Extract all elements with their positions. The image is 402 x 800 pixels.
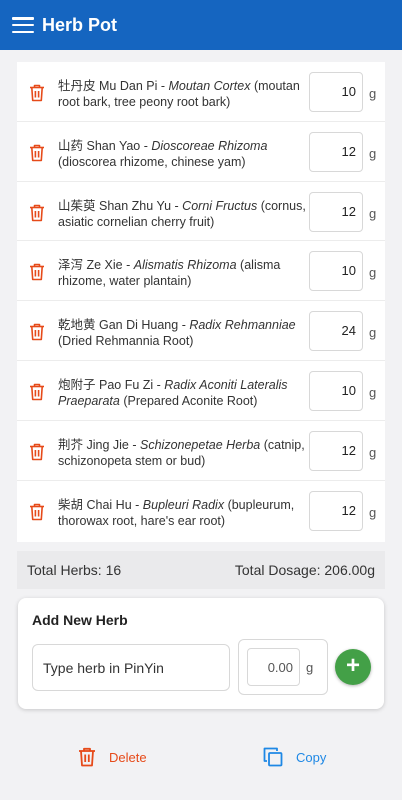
dose-unit: g (306, 660, 314, 675)
herb-unit: g (369, 86, 377, 101)
trash-icon[interactable] (29, 503, 45, 521)
herb-quantity-input[interactable]: 10 (309, 370, 363, 411)
herb-quantity-input[interactable]: 10 (309, 72, 363, 112)
herb-description: 泽泻 Ze Xie - Alismatis Rhizoma (alisma rh… (58, 258, 281, 289)
herb-latin: Schizonepetae Herba (140, 437, 261, 452)
trash-icon[interactable] (29, 263, 45, 281)
herb-english: (dioscorea rhizome, chinese yam) (58, 154, 246, 169)
herb-latin: Alismatis Rhizoma (133, 258, 237, 273)
herb-unit: g (369, 384, 377, 400)
herb-latin: Moutan Cortex (168, 79, 251, 93)
herb-latin: Radix Rehmanniae (189, 318, 296, 333)
herb-unit: g (369, 145, 377, 161)
trash-icon[interactable] (29, 144, 45, 162)
herb-description: 荆芥 Jing Jie - Schizonepetae Herba (catni… (58, 437, 305, 468)
herb-unit: g (369, 504, 377, 520)
trash-icon (79, 747, 95, 767)
herb-description: 柴胡 Chai Hu - Bupleuri Radix (bupleurum, … (58, 497, 295, 528)
add-herb-title: Add New Herb (32, 612, 128, 628)
herb-pinyin: Gan Di Huang (99, 318, 179, 333)
herb-chinese: 荆芥 (58, 437, 84, 452)
herb-pinyin: Shan Yao (86, 138, 141, 153)
herb-chinese: 乾地黄 (58, 318, 96, 333)
herb-pinyin: Mu Dan Pi (99, 79, 158, 93)
herb-row: 山茱萸 Shan Zhu Yu - Corni Fructus (cornus,… (17, 182, 385, 242)
herb-description: 牡丹皮 Mu Dan Pi - Moutan Cortex (moutan ro… (58, 79, 300, 109)
herb-unit: g (369, 205, 377, 221)
herb-latin: Corni Fructus (182, 198, 258, 213)
herb-search-input[interactable] (32, 644, 230, 691)
herb-row: 乾地黄 Gan Di Huang - Radix Rehmanniae (Dri… (17, 301, 385, 361)
copy-button[interactable]: Copy (263, 744, 326, 770)
herb-pinyin: Ze Xie (86, 258, 123, 273)
trash-icon[interactable] (29, 84, 45, 102)
trash-icon[interactable] (29, 383, 45, 401)
menu-icon[interactable] (12, 17, 34, 33)
herb-quantity-input[interactable]: 12 (309, 131, 363, 172)
herb-unit: g (369, 444, 377, 460)
herb-pinyin: Pao Fu Zi (99, 377, 154, 392)
copy-icon (263, 747, 283, 767)
herb-chinese: 炮附子 (58, 377, 96, 392)
app-bar: Herb Pot (0, 0, 402, 50)
trash-icon[interactable] (29, 204, 45, 222)
herb-description: 炮附子 Pao Fu Zi - Radix Aconiti Lateralis … (58, 377, 288, 408)
herb-description: 山茱萸 Shan Zhu Yu - Corni Fructus (cornus,… (58, 198, 306, 229)
total-herbs: Total Herbs: 16 (27, 562, 122, 578)
herb-row: 荆芥 Jing Jie - Schizonepetae Herba (catni… (17, 421, 385, 481)
herb-row: 牡丹皮 Mu Dan Pi - Moutan Cortex (moutan ro… (17, 62, 385, 122)
trash-icon[interactable] (29, 323, 45, 341)
delete-label: Delete (109, 749, 147, 765)
herb-latin: Dioscoreae Rhizoma (151, 138, 268, 153)
delete-button[interactable]: Delete (78, 744, 147, 770)
trash-icon[interactable] (29, 443, 45, 461)
dose-input[interactable] (247, 648, 300, 686)
herb-row: 炮附子 Pao Fu Zi - Radix Aconiti Lateralis … (17, 361, 385, 421)
herb-english: (Prepared Aconite Root) (123, 393, 258, 408)
herb-quantity-input[interactable]: 12 (309, 430, 363, 471)
herb-row: 山药 Shan Yao - Dioscoreae Rhizoma (diosco… (17, 122, 385, 182)
herb-list: 牡丹皮 Mu Dan Pi - Moutan Cortex (moutan ro… (17, 62, 385, 542)
herb-unit: g (369, 265, 377, 281)
herb-description: 乾地黄 Gan Di Huang - Radix Rehmanniae (Dri… (58, 318, 296, 349)
herb-chinese: 山药 (58, 138, 84, 153)
total-dosage: Total Dosage: 206.00g (234, 562, 375, 578)
herb-row: 柴胡 Chai Hu - Bupleuri Radix (bupleurum, … (17, 481, 385, 541)
herb-quantity-input[interactable]: 12 (309, 191, 363, 232)
herb-pinyin: Shan Zhu Yu (99, 198, 172, 213)
app-title: Herb Pot (42, 14, 118, 35)
totals-bar: Total Herbs: 16 Total Dosage: 206.00g (17, 551, 385, 589)
herb-quantity-input[interactable]: 12 (309, 490, 363, 531)
herb-chinese: 山茱萸 (58, 198, 96, 213)
copy-label: Copy (296, 749, 327, 765)
herb-pinyin: Chai Hu (86, 497, 132, 512)
herb-chinese: 牡丹皮 (58, 79, 96, 93)
herb-row: 泽泻 Ze Xie - Alismatis Rhizoma (alisma rh… (17, 241, 385, 302)
add-herb-card: Add New Herb g + (18, 598, 384, 709)
herb-description: 山药 Shan Yao - Dioscoreae Rhizoma (diosco… (58, 138, 268, 169)
add-herb-button[interactable]: + (335, 649, 371, 685)
herb-chinese: 泽泻 (58, 258, 84, 273)
herb-quantity-input[interactable]: 24 (309, 311, 363, 352)
dose-field: g (238, 639, 328, 695)
herb-unit: g (369, 325, 377, 341)
herb-chinese: 柴胡 (58, 497, 84, 512)
herb-latin: Bupleuri Radix (142, 497, 225, 512)
herb-pinyin: Jing Jie (86, 437, 129, 452)
herb-quantity-input[interactable]: 10 (309, 251, 363, 292)
herb-english: (Dried Rehmannia Root) (58, 334, 194, 349)
